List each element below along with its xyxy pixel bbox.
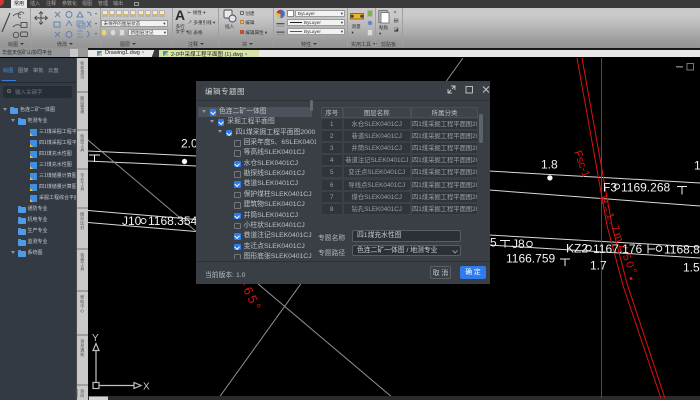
svg-text:Y: Y [92, 333, 99, 344]
svg-text:1166.759: 1166.759 [506, 251, 555, 265]
svg-text:1169.268: 1169.268 [621, 180, 670, 194]
svg-text:1.8: 1.8 [541, 157, 558, 171]
svg-text:1: 1 [694, 158, 700, 172]
svg-text:1168.8: 1168.8 [664, 242, 700, 256]
svg-text:1.5: 1.5 [683, 260, 700, 274]
svg-text:1168.354: 1168.354 [148, 214, 197, 228]
svg-text:J10: J10 [122, 214, 142, 228]
svg-text:5: 5 [490, 235, 497, 249]
svg-text:1167.176: 1167.176 [593, 242, 642, 256]
svg-text:X: X [143, 381, 150, 392]
svg-text:J8: J8 [512, 237, 525, 251]
svg-text:1.7: 1.7 [590, 258, 607, 272]
svg-text:KZ2: KZ2 [566, 241, 588, 255]
svg-text:Fsc-1: Fsc-1 [571, 148, 592, 178]
